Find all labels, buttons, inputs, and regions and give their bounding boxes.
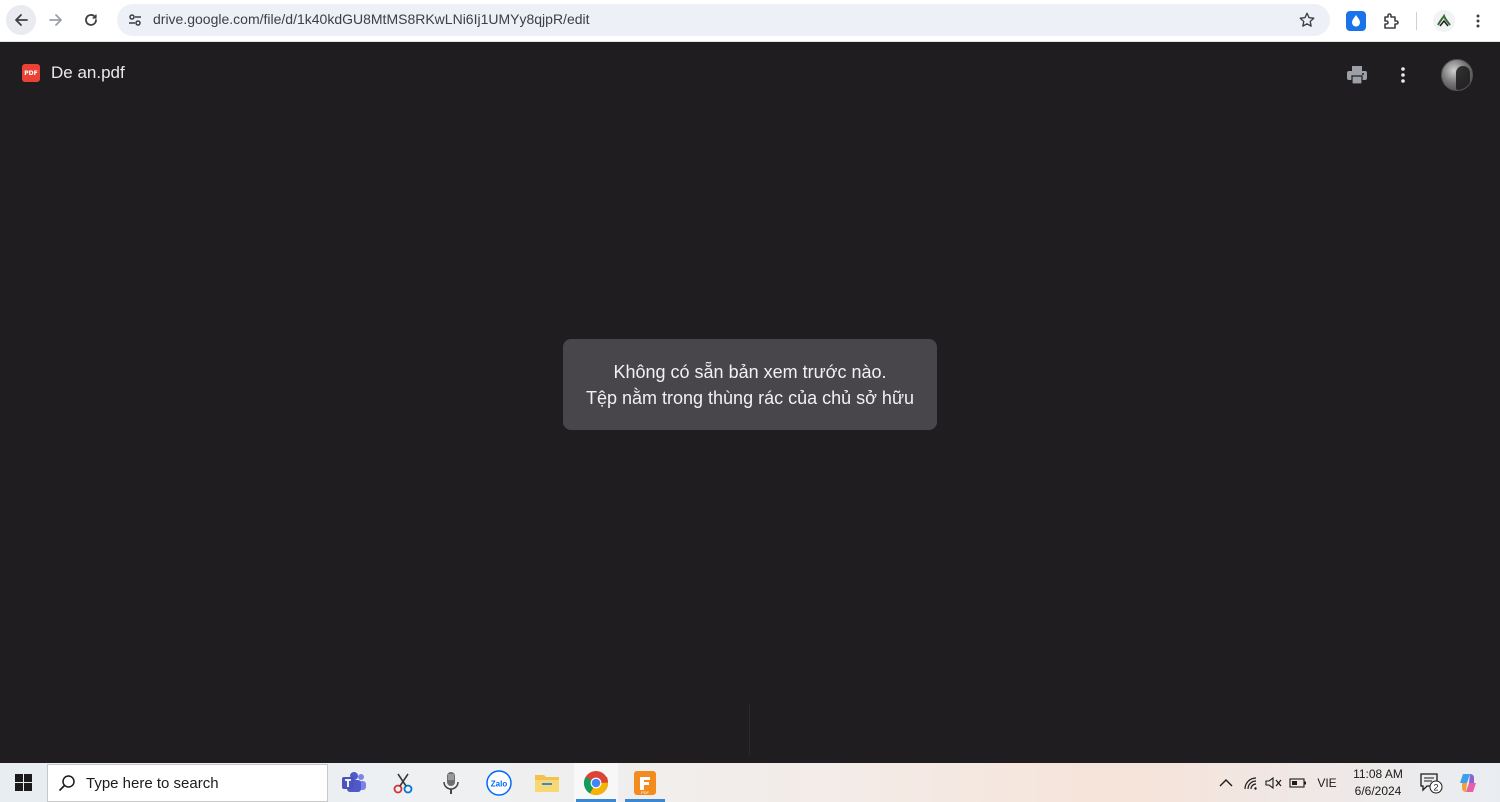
clock[interactable]: 11:08 AM 6/6/2024 — [1346, 766, 1410, 800]
browser-toolbar: drive.google.com/file/d/1k40kdGU8MtMS8RK… — [0, 0, 1500, 42]
back-button[interactable] — [6, 5, 36, 35]
clock-date: 6/6/2024 — [1354, 784, 1402, 798]
file-viewer: PDF De an.pdf Không có sẵn bản xem trước… — [0, 43, 1500, 763]
site-info-button[interactable] — [123, 8, 147, 32]
teams-icon — [342, 771, 366, 792]
file-explorer-icon — [535, 774, 559, 792]
chevron-up-icon — [1219, 778, 1233, 786]
copilot-icon — [1460, 773, 1476, 792]
taskbar-app-foxit-pdf[interactable]: PDF — [623, 763, 667, 802]
taskbar-app-voice-recorder[interactable] — [429, 763, 473, 802]
star-icon — [1299, 12, 1315, 27]
battery-icon — [1289, 777, 1306, 788]
chrome-icon — [583, 770, 608, 795]
snipping-tool-icon — [393, 773, 413, 793]
notifications-icon: 2 — [1420, 772, 1443, 793]
clock-time: 11:08 AM — [1353, 767, 1403, 781]
address-bar[interactable]: drive.google.com/file/d/1k40kdGU8MtMS8RK… — [117, 4, 1330, 36]
battery-button[interactable] — [1287, 763, 1309, 802]
windows-logo-icon — [15, 774, 32, 791]
reload-button[interactable] — [76, 5, 106, 35]
message-line-2: Tệp nằm trong thùng rác của chủ sở hữu — [585, 387, 915, 408]
pdf-file-icon: PDF — [22, 64, 40, 82]
no-preview-message: Không có sẵn bản xem trước nào. Tệp nằm … — [563, 339, 937, 430]
water-drop-extension-icon — [1346, 11, 1366, 31]
taskbar-app-snipping-tool[interactable] — [381, 763, 425, 802]
bookmark-button[interactable] — [1296, 9, 1318, 31]
taskbar-app-zalo[interactable]: Zalo — [477, 763, 521, 802]
tune-icon — [129, 14, 141, 26]
viewer-divider — [749, 703, 750, 755]
profile-button[interactable] — [1430, 7, 1458, 35]
show-hidden-icons-button[interactable] — [1216, 763, 1236, 802]
forward-button[interactable] — [41, 5, 71, 35]
more-vert-icon — [1401, 67, 1405, 83]
volume-muted-icon — [1265, 776, 1282, 789]
svg-text:PDF: PDF — [641, 790, 650, 795]
svg-text:2: 2 — [1433, 782, 1438, 792]
more-actions-button[interactable] — [1389, 61, 1417, 89]
windows-taskbar: Type here to search Zalo PDF VIE 11:08 A… — [0, 763, 1500, 802]
input-language-button[interactable]: VIE — [1313, 763, 1341, 802]
reload-icon — [85, 14, 97, 26]
zalo-icon: Zalo — [486, 769, 512, 796]
search-placeholder: Type here to search — [86, 774, 219, 792]
message-line-1: Không có sẵn bản xem trước nào. — [613, 361, 887, 382]
start-button[interactable] — [0, 763, 47, 802]
file-name: De an.pdf — [51, 63, 125, 82]
puzzle-icon — [1384, 13, 1399, 29]
taskbar-search[interactable]: Type here to search — [47, 764, 328, 802]
taskbar-app-chrome[interactable] — [574, 763, 618, 802]
arrow-right-icon — [49, 14, 62, 26]
volume-button[interactable] — [1263, 763, 1285, 802]
voice-recorder-icon — [443, 771, 459, 794]
viewer-header: PDF De an.pdf — [0, 43, 1500, 105]
foxit-pdf-icon: PDF — [634, 770, 656, 795]
account-avatar[interactable] — [1441, 59, 1473, 91]
more-vert-icon — [1476, 14, 1480, 28]
svg-text:Zalo: Zalo — [491, 779, 508, 788]
wifi-icon — [1244, 776, 1257, 790]
extensions-menu-button[interactable] — [1377, 7, 1405, 35]
extension-button[interactable] — [1342, 7, 1370, 35]
action-center-button[interactable]: 2 — [1418, 763, 1444, 802]
network-button[interactable] — [1240, 763, 1262, 802]
arrow-left-icon — [15, 14, 28, 26]
url-text[interactable]: drive.google.com/file/d/1k40kdGU8MtMS8RK… — [153, 11, 590, 27]
print-icon — [1347, 66, 1367, 85]
taskbar-app-file-explorer[interactable] — [525, 763, 569, 802]
taskbar-app-teams[interactable] — [332, 763, 376, 802]
toolbar-divider — [1416, 12, 1417, 30]
copilot-button[interactable] — [1454, 763, 1482, 802]
print-button[interactable] — [1343, 61, 1371, 89]
search-icon — [48, 765, 86, 801]
profile-avatar-icon — [1433, 10, 1455, 32]
browser-menu-button[interactable] — [1464, 7, 1492, 35]
